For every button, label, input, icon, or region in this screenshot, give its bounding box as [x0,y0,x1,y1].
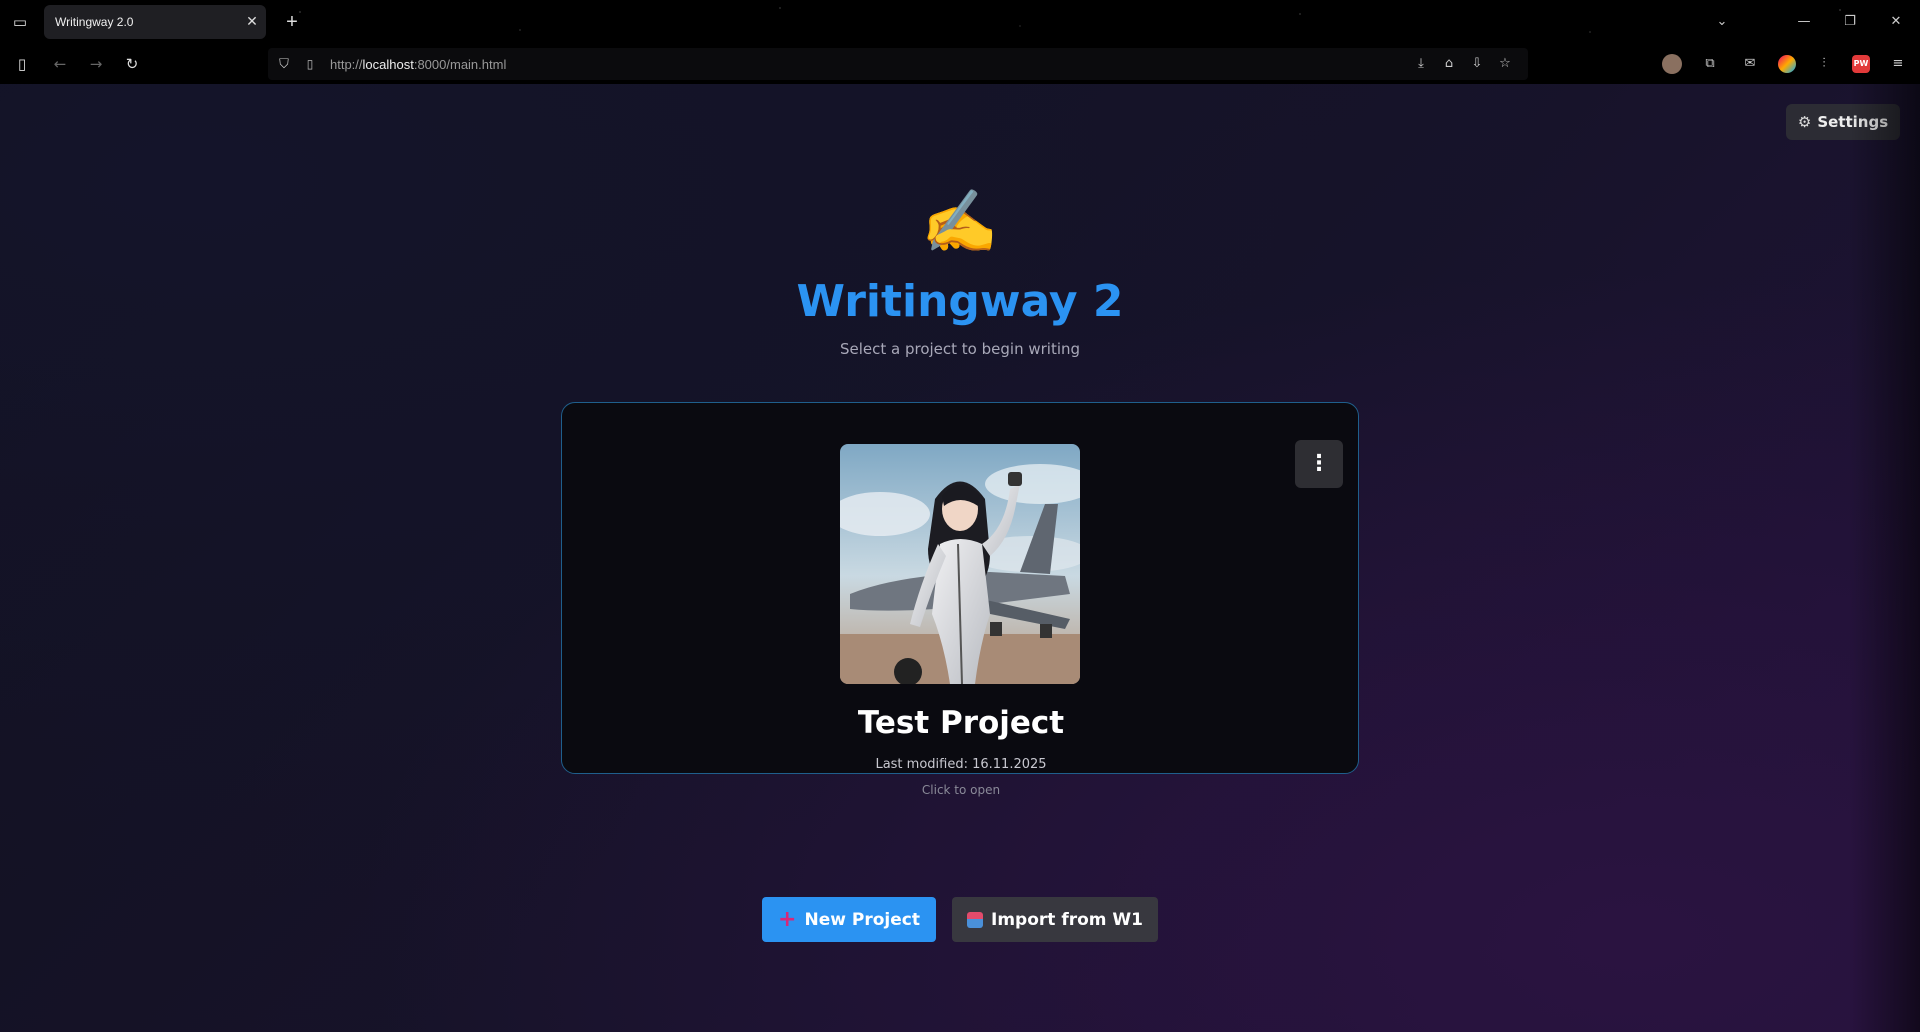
app-subtitle: Select a project to begin writing [839,340,1081,358]
profile-avatar-icon[interactable] [1662,54,1682,74]
import-label: Import from W1 [991,909,1143,930]
browser-nav-bar: ▯ ← → ↻ ⛉ ▯ http://localhost:8000/main.h… [0,44,1920,84]
gear-icon: ⚙ [1797,113,1812,131]
tab-active[interactable]: Writingway 2.0 ✕ [44,5,266,39]
new-tab-button[interactable]: + [280,10,304,34]
project-open-hint: Click to open [921,783,1001,797]
download-icon[interactable]: ⇩ [1468,54,1486,74]
page-info-icon[interactable]: ▯ [302,57,318,71]
sidebar-toggle-icon[interactable]: ▯ [10,52,34,76]
close-window-icon[interactable]: ✕ [1882,10,1910,34]
scroll-shadow [1850,84,1920,1032]
extensions-toolbar: ⧉ ✉ ⫶ PW ≡ [1662,52,1910,76]
cover-illustration [840,444,1080,684]
writing-hand-logo-icon: ✍️ [921,185,999,258]
browser-tab-bar: ▭ Writingway 2.0 ✕ + ⌄ — ❐ ✕ [0,0,1920,44]
project-card[interactable]: ⋮ Test Project Last modified: 16.11.2025… [561,402,1359,797]
bookmark-star-icon[interactable]: ☆ [1496,54,1514,74]
tab-close-icon[interactable]: ✕ [238,14,266,30]
project-last-modified: Last modified: 16.11.2025 [875,757,1047,772]
color-extension-icon[interactable] [1778,55,1796,73]
forward-arrow-icon[interactable]: → [84,52,108,76]
new-project-label: New Project [804,909,920,930]
url-scheme: http:// [330,56,363,72]
save-page-icon[interactable]: ⤓ [1412,54,1430,74]
extensions-puzzle-icon[interactable]: ⧉ [1698,52,1722,76]
back-arrow-icon[interactable]: ← [48,52,72,76]
mail-icon[interactable]: ✉ [1738,52,1762,76]
project-menu-button[interactable]: ⋮ [1295,440,1343,488]
plus-icon: + [778,906,797,932]
url-path: :8000/main.html [413,56,507,72]
home-icon[interactable]: ⌂ [1440,54,1458,74]
page-viewport: ⚙ Settings ✍️ Writingway 2 Select a proj… [0,84,1920,1032]
settings-label: Settings [1817,113,1889,131]
import-w1-button[interactable]: Import from W1 [952,897,1158,942]
app-title: Writingway 2 [796,276,1124,327]
pwa-extension-icon[interactable]: PW [1852,55,1870,73]
url-host: localhost [362,56,414,72]
tab-overflow-chevron-icon[interactable]: ⌄ [1708,10,1736,34]
settings-button[interactable]: ⚙ Settings [1786,104,1900,140]
tab-title: Writingway 2.0 [55,15,134,29]
restore-window-icon[interactable]: ❐ [1836,10,1864,34]
project-name: Test Project [857,705,1065,741]
minimize-window-icon[interactable]: — [1790,10,1818,34]
address-bar[interactable]: ⛉ ▯ http://localhost:8000/main.html ⤓ ⌂ … [268,48,1528,80]
url-text: http://localhost:8000/main.html [330,57,506,72]
tab-list-icon[interactable]: ▭ [10,12,30,32]
tracking-shield-icon[interactable]: ⛉ [276,57,292,72]
reload-icon[interactable]: ↻ [120,52,144,76]
app-menu-icon[interactable]: ≡ [1886,52,1910,76]
project-cover-image [840,444,1080,684]
inbox-tray-icon [967,911,983,928]
address-bar-actions: ⤓ ⌂ ⇩ ☆ [1412,54,1514,74]
new-project-button[interactable]: + New Project [762,897,936,942]
equalizer-icon[interactable]: ⫶ [1812,52,1836,76]
